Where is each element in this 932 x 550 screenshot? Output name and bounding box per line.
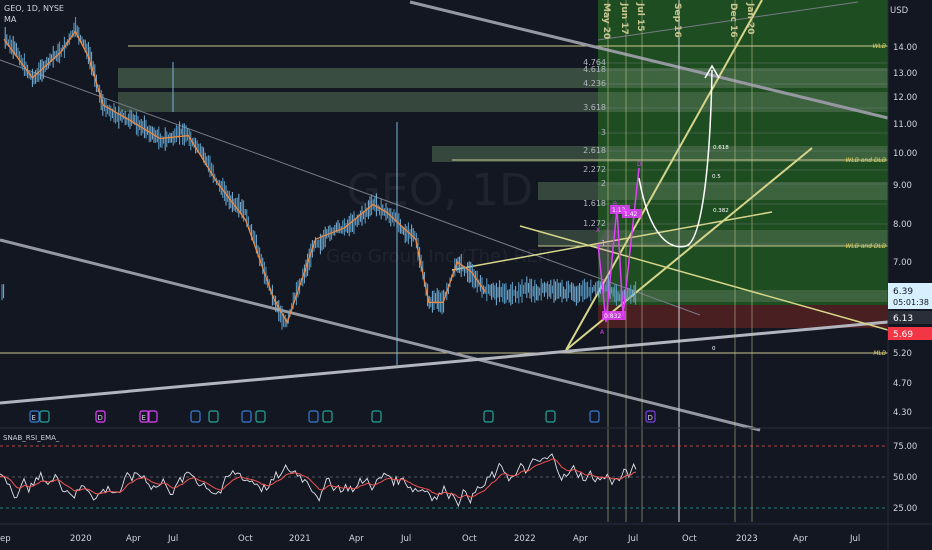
fib-label: 4.236 [583, 79, 606, 88]
event-label: D [648, 414, 653, 422]
date-label: Jul 15 [635, 2, 645, 32]
price-tick: 10.00 [893, 149, 917, 159]
date-label: Sep 16 [672, 3, 682, 38]
pattern-label: X [596, 227, 600, 234]
price-tick: 4.70 [893, 379, 912, 389]
time-tick: Oct [462, 534, 477, 544]
time-tick: Oct [238, 534, 253, 544]
date-label: May 20 [601, 3, 611, 39]
time-tick: Jul [627, 534, 638, 544]
price-tick: 5.20 [893, 349, 912, 359]
fib-label: 2.618 [583, 146, 606, 155]
time-tick: Apr [126, 534, 141, 544]
price-613: 6.13 [893, 314, 913, 324]
fib-label: 3 [601, 128, 606, 137]
time-tick: 2020 [70, 534, 92, 544]
fib-label: 4.618 [583, 65, 606, 74]
price-chart[interactable]: E D E D 14.00 13.00 12.00 11.00 10.00 9.00 8.00 7.… [0, 0, 932, 550]
symbol-header[interactable]: GEO, 1D, NYSE [4, 4, 64, 13]
zone-fourth [538, 182, 888, 200]
fib-label: 3.618 [583, 103, 606, 112]
pattern-label: 0.832 [604, 313, 621, 320]
pattern-label: D [637, 161, 642, 168]
price-569: 5.69 [893, 330, 913, 340]
zone-top [118, 68, 888, 88]
watermark-symbol: GEO, 1D [347, 165, 533, 216]
current-price: 6.39 [893, 287, 913, 297]
price-tick: 13.00 [893, 69, 917, 79]
time-tick: Jul [167, 534, 178, 544]
zone-fifth [538, 230, 888, 246]
annotation: 0.618 [713, 145, 729, 151]
time-tick: Apr [573, 534, 588, 544]
price-tick: 9.00 [893, 181, 912, 191]
time-tick: Apr [793, 534, 808, 544]
zone-label: WLB and DLB [845, 157, 886, 164]
fib-label: 2 [601, 179, 606, 188]
price-tick: 7.00 [893, 258, 912, 268]
event-label: E [32, 414, 36, 422]
time-tick: ep [0, 534, 11, 544]
time-tick: Oct [682, 534, 697, 544]
zone-label: WLB and DLB [845, 243, 886, 250]
rsi-tick-50: 50.00 [893, 473, 917, 483]
fib-label: 1 [601, 239, 606, 248]
event-label: E [142, 414, 146, 422]
time-tick: 2021 [289, 534, 311, 544]
time-tick: 2022 [514, 534, 536, 544]
fib-labels: 4.7644.6184.2363.61832.6182.27221.6181.2… [583, 58, 606, 248]
zone-label: WLB [873, 43, 886, 50]
date-label: Jan 20 [745, 2, 755, 35]
zone-label: MLB [873, 350, 886, 357]
zone-second [118, 92, 888, 112]
date-label: Dec 16 [728, 3, 738, 38]
annotation: 0.382 [713, 208, 729, 214]
price-tick: 8.00 [893, 220, 912, 230]
annotation: 0 [712, 346, 716, 352]
fib-label: 2.272 [583, 165, 606, 174]
fib-label: 1.618 [583, 199, 606, 208]
date-labels: May 20 Jun 17 Jul 15 Sep 16 Dec 16 Jan 20 [601, 2, 755, 39]
indicator-header[interactable]: MA [4, 15, 16, 24]
time-tick: Jul [400, 534, 411, 544]
time-tick: 2023 [736, 534, 758, 544]
price-tick: 4.30 [893, 408, 912, 418]
time-tick: Apr [349, 534, 364, 544]
rsi-tick-25: 25.00 [893, 504, 917, 514]
rsi-title: SNAB_RSI_EMA_ [3, 434, 60, 442]
price-tick: 12.00 [893, 93, 917, 103]
pattern-label: 1.42 [624, 211, 638, 218]
annotation: 0.5 [712, 174, 721, 180]
bar-countdown: 05:01:38 [893, 298, 929, 307]
event-label: D [98, 414, 103, 422]
time-tick: Jul [849, 534, 860, 544]
watermark-name: Geo Group Inc (The) REIT [326, 246, 555, 267]
price-tick: 14.00 [893, 43, 917, 53]
rsi-tick-75: 75.00 [893, 442, 917, 452]
price-tick: 11.00 [893, 120, 917, 130]
date-label: Jun 17 [619, 2, 629, 35]
price-unit-label: USD [890, 6, 909, 16]
